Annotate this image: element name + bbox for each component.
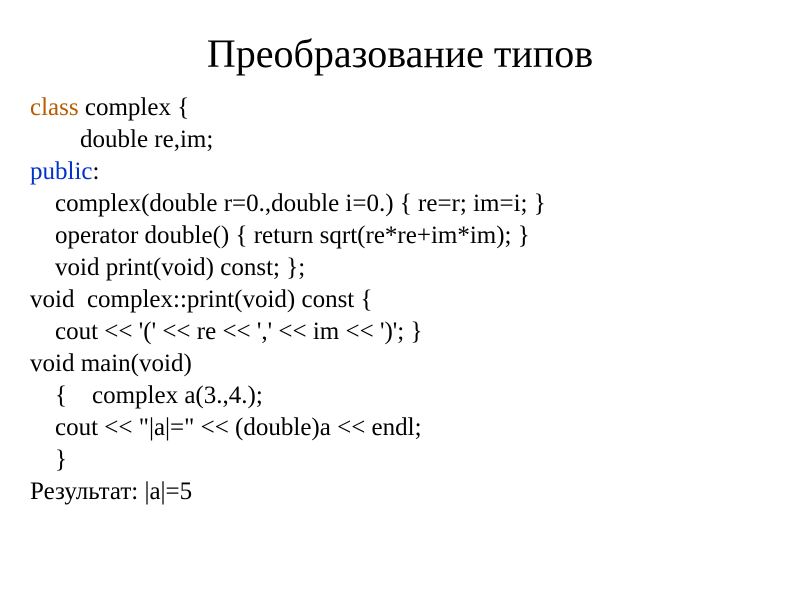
code-line-6: void print(void) const; }; [30,254,305,281]
code-line-11: cout << "|a|=" << (double)a << endl; [30,414,422,441]
code-line-5: operator double() { return sqrt(re*re+im… [30,222,530,249]
code-line-3: : [93,158,100,185]
keyword-class: class [30,94,79,121]
document-slide: Преобразование типов class complex { dou… [0,0,800,528]
code-line-7: void complex::print(void) const { [30,286,373,313]
keyword-public: public [30,158,93,185]
code-line-12: } [30,446,67,473]
code-line-9: void main(void) [30,350,192,377]
code-line-4: complex(double r=0.,double i=0.) { re=r;… [30,190,546,217]
code-line-1: complex { [79,94,190,121]
code-line-8: cout << '(' << re << ',' << im << ')'; } [30,318,422,345]
code-line-13: Результат: |a|=5 [30,478,192,505]
slide-title: Преобразование типов [30,30,770,77]
code-block: class complex { double re,im; public: co… [30,92,770,508]
code-line-10: { complex a(3.,4.); [30,382,263,409]
code-line-2: double re,im; [30,126,213,153]
